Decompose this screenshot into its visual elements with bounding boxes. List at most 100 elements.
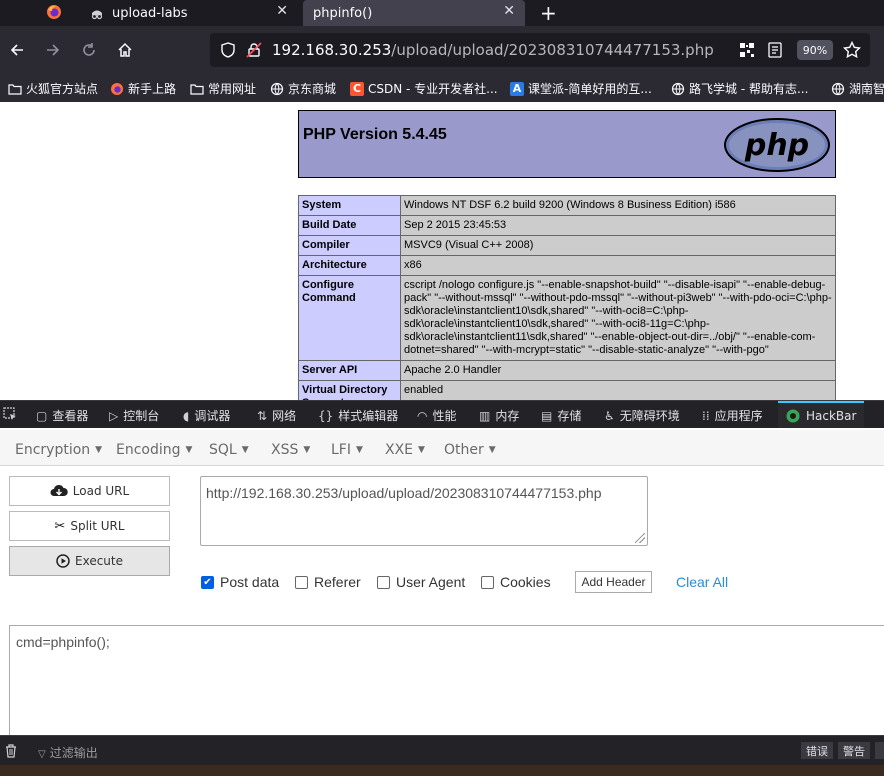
phpinfo-key: Build Date xyxy=(298,215,401,236)
referer-checkbox[interactable]: Referer xyxy=(295,574,361,590)
tab-phpinfo[interactable]: phpinfo() ✕ xyxy=(303,0,525,26)
post-data-textarea[interactable]: cmd=phpinfo(); xyxy=(9,625,884,737)
zoom-level-badge[interactable]: 90% xyxy=(797,40,833,60)
folder-icon xyxy=(8,83,22,95)
pick-element-icon[interactable] xyxy=(3,407,17,421)
devtools-tab-performance[interactable]: ◠ 性能 xyxy=(417,407,457,424)
devtools-tab-style-editor[interactable]: {} 样式编辑器 xyxy=(318,407,398,424)
caret-down-icon: ▼ xyxy=(488,445,496,455)
bookmark-jd[interactable]: 京东商城 xyxy=(270,80,336,97)
menu-other[interactable]: Other ▼ xyxy=(444,442,496,458)
devtools-tab-console[interactable]: ▷ 控制台 xyxy=(109,407,159,424)
back-icon[interactable] xyxy=(6,39,28,61)
phpinfo-row: Build Date Sep 2 2015 23:45:53 xyxy=(298,215,836,236)
incognito-icon xyxy=(91,10,103,20)
tab-label: phpinfo() xyxy=(313,5,373,21)
bookmark-luffy[interactable]: 路飞学城 - 帮助有志... xyxy=(671,80,808,97)
menu-encoding[interactable]: Encoding ▼ xyxy=(116,442,192,458)
phpinfo-row: System Windows NT DSF 6.2 build 9200 (Win… xyxy=(298,195,836,216)
phpinfo-table: System Windows NT DSF 6.2 build 9200 (Win… xyxy=(298,195,836,400)
hackbar-panel: Encryption ▼ Encoding ▼ SQL ▼ XSS ▼ LFI ▼ XXE… xyxy=(0,428,884,737)
menu-label: LFI xyxy=(331,442,351,458)
phpinfo-key: Configure Command xyxy=(298,275,401,361)
bookmark-label: 京东商城 xyxy=(288,82,337,96)
caret-down-icon: ▼ xyxy=(418,445,425,455)
errors-filter-button[interactable]: 错误 xyxy=(801,742,833,759)
address-bar[interactable]: 192.168.30.253/upload/upload/20230831074… xyxy=(210,33,870,67)
execute-button[interactable]: Execute xyxy=(9,546,170,576)
menu-label: Encryption xyxy=(15,442,91,458)
cloud-download-icon xyxy=(50,484,68,496)
devtools-tab-label: HackBar xyxy=(806,409,857,423)
trash-icon[interactable] xyxy=(5,744,17,758)
bookmark-hunan[interactable]: 湖南智 xyxy=(831,80,884,97)
tab-upload-labs[interactable]: upload-labs ✕ xyxy=(78,0,298,26)
checkbox-box xyxy=(295,575,308,589)
filter-output-input[interactable]: ▽ 过滤输出 xyxy=(38,744,98,761)
application-icon: ⁞⁞ xyxy=(702,408,710,423)
firefox-icon[interactable] xyxy=(46,4,62,20)
devtools-tab-accessibility[interactable]: ♿ 无障碍环境 xyxy=(604,407,680,424)
post-data-checkbox[interactable]: ✔ Post data xyxy=(201,574,279,590)
url-textarea[interactable]: http://192.168.30.253/upload/upload/2023… xyxy=(200,476,648,546)
phpinfo-header: PHP Version 5.4.45 php xyxy=(298,110,836,178)
bookmark-ketangpai[interactable]: A 课堂派-简单好用的互... xyxy=(510,80,652,97)
checkmark-icon: ✔ xyxy=(201,575,214,589)
close-icon[interactable]: ✕ xyxy=(276,3,288,19)
reader-mode-icon[interactable] xyxy=(768,42,782,58)
home-icon[interactable] xyxy=(114,39,136,61)
bookmark-label: 湖南智 xyxy=(849,82,884,96)
user-agent-checkbox[interactable]: User Agent xyxy=(377,574,465,590)
more-filter-button[interactable] xyxy=(875,742,884,759)
bookmark-common-sites[interactable]: 常用网址 xyxy=(190,80,256,97)
filter-placeholder: 过滤输出 xyxy=(49,746,98,760)
phpinfo-key: Server API xyxy=(298,360,401,381)
devtools-tab-inspector[interactable]: ▢ 查看器 xyxy=(36,407,88,424)
bookmark-star-icon[interactable] xyxy=(843,41,861,59)
menu-sql[interactable]: SQL ▼ xyxy=(209,442,249,458)
phpinfo-key: Architecture xyxy=(298,255,401,276)
network-icon: ⇅ xyxy=(257,408,268,423)
reload-icon[interactable] xyxy=(78,39,100,61)
checkbox-box xyxy=(481,575,494,589)
close-icon[interactable]: ✕ xyxy=(503,3,515,19)
menu-lfi[interactable]: LFI ▼ xyxy=(331,442,363,458)
devtools-tab-network[interactable]: ⇅ 网络 xyxy=(257,407,296,424)
phpinfo-value: Windows NT DSF 6.2 build 9200 (Windows 8… xyxy=(400,195,836,216)
phpinfo-row: Compiler MSVC9 (Visual C++ 2008) xyxy=(298,235,836,256)
menu-label: Encoding xyxy=(116,442,181,458)
devtools-tab-application[interactable]: ⁞⁞ 应用程序 xyxy=(702,407,763,424)
devtools-tab-label: 性能 xyxy=(432,409,457,423)
tab-label: upload-labs xyxy=(112,5,188,21)
url-textarea-value: http://192.168.30.253/upload/upload/2023… xyxy=(206,485,602,501)
phpinfo-value: cscript /nologo configure.js "--enable-s… xyxy=(400,275,836,361)
shield-icon[interactable] xyxy=(220,42,236,58)
insecure-lock-icon[interactable] xyxy=(246,42,262,58)
warnings-filter-button[interactable]: 警告 xyxy=(838,742,870,759)
devtools-tab-debugger[interactable]: ◖ 调试器 xyxy=(183,407,230,424)
menu-encryption[interactable]: Encryption ▼ xyxy=(15,442,102,458)
console-icon: ▷ xyxy=(109,408,119,423)
clear-all-link[interactable]: Clear All xyxy=(676,574,728,590)
devtools-tab-hackbar[interactable]: HackBar xyxy=(778,401,865,429)
caret-down-icon: ▼ xyxy=(95,445,103,455)
load-url-button[interactable]: Load URL xyxy=(9,476,170,506)
new-tab-icon[interactable]: + xyxy=(540,1,557,25)
split-url-button[interactable]: ✂ Split URL xyxy=(9,511,170,541)
menu-label: Other xyxy=(444,442,484,458)
bookmark-csdn[interactable]: C CSDN - 专业开发者社... xyxy=(350,80,498,97)
devtools-tab-label: 网络 xyxy=(272,409,297,423)
add-header-button[interactable]: Add Header xyxy=(575,571,652,593)
menu-xss[interactable]: XSS ▼ xyxy=(271,442,310,458)
devtools-tab-memory[interactable]: ▥ 内存 xyxy=(479,407,519,424)
bookmark-getting-started[interactable]: 新手上路 xyxy=(110,80,176,97)
resize-handle-icon[interactable] xyxy=(635,533,645,543)
forward-icon[interactable] xyxy=(42,39,64,61)
devtools-tab-storage[interactable]: ▤ 存储 xyxy=(541,407,581,424)
navigation-toolbar: 192.168.30.253/upload/upload/20230831074… xyxy=(0,26,884,74)
bookmark-firefox-site[interactable]: 火狐官方站点 xyxy=(8,80,98,97)
menu-xxe[interactable]: XXE ▼ xyxy=(385,442,425,458)
cookies-checkbox[interactable]: Cookies xyxy=(481,574,551,590)
qr-code-icon[interactable] xyxy=(740,43,754,57)
bookmark-label: 路飞学城 - 帮助有志... xyxy=(689,82,809,96)
